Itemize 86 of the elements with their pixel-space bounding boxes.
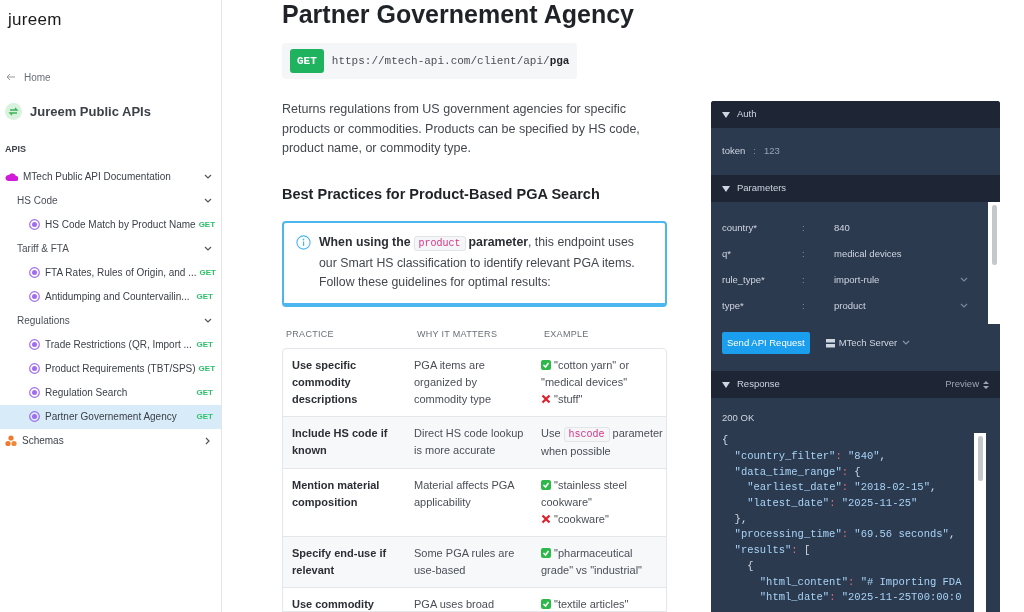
target-icon: [29, 411, 40, 422]
separator-text: :: [802, 246, 806, 261]
json-response-text: { "country_filter": "840", "data_time_range": { "earliest_date": "2018-02-15", "latest_date": "2025-11-25" }, "processing_time": "69.56 seconds", "results": [ { "html_content": "# Importing FDA "html_date": "2025-11-25T00:00:0: [722, 433, 963, 606]
check-icon: [541, 548, 551, 559]
example-text: Use hscode parameter when possible: [541, 426, 664, 460]
table-cell-text: PGA uses broad: [414, 597, 496, 612]
example-text: "cotton yarn" or "medical devices": [541, 358, 631, 391]
separator-text: :: [753, 144, 756, 159]
status-text: 200 OK: [722, 411, 756, 425]
target-icon: [29, 291, 40, 302]
check-icon: [541, 480, 551, 491]
table-cell-text: Use specific commodity descriptions: [291, 358, 359, 408]
sidebar-item[interactable]: HS Code: [0, 188, 221, 213]
table-cell-text: Some PGA rules are use-based: [414, 546, 516, 579]
scrollbar[interactable]: [974, 433, 986, 612]
separator-text: :: [802, 298, 806, 313]
endpoint-url: https://mtech-api.com/client/api/pga: [331, 53, 570, 69]
param-select[interactable]: product: [834, 298, 977, 314]
field-label: token: [722, 144, 746, 159]
table-cell-text: Specify end-use if relevant: [291, 546, 388, 579]
section-heading: Best Practices for Product-Based PGA Search: [282, 185, 601, 204]
scrollbar[interactable]: [988, 202, 1000, 324]
cross-icon: [541, 394, 551, 405]
example-text: "textile articles": [541, 596, 666, 612]
table-cell-text: Direct HS code lookup is more accurate: [414, 426, 525, 459]
target-icon: [29, 387, 40, 398]
example-text: "pharmaceutical grade" vs "industrial": [541, 546, 643, 579]
sidebar-item[interactable]: Regulations: [0, 308, 221, 333]
param-label: type*: [722, 298, 745, 313]
sidebar-item[interactable]: Trade Restrictions (QR, Import ... GET: [0, 332, 221, 357]
column-header: EXAMPLE: [544, 327, 590, 341]
server-icon: [825, 338, 835, 348]
cluster-icon: [5, 434, 17, 447]
column-header: WHY IT MATTERS: [417, 327, 499, 341]
section-header[interactable]: Auth: [711, 101, 1000, 128]
section-header[interactable]: Response Preview: [711, 371, 1000, 398]
param-label: country*: [722, 220, 758, 235]
check-icon: [541, 360, 551, 371]
sidebar-item[interactable]: Regulation Search GET: [0, 380, 221, 405]
param-input[interactable]: medical devices: [834, 246, 977, 262]
column-header: PRACTICE: [286, 327, 335, 341]
example-text: "stuff": [541, 391, 666, 409]
target-icon: [29, 219, 40, 230]
param-input[interactable]: 840: [834, 220, 977, 236]
sidebar-item[interactable]: Partner Governement Agency GET: [0, 404, 221, 429]
description-text: Returns regulations from US government agencies for specific products or commodities. Products can be specified by HS code, product name, or commodity type.: [282, 101, 641, 158]
brand-logo: jureem: [6, 9, 63, 31]
target-icon: [29, 267, 40, 278]
section-label: APIS: [5, 143, 27, 156]
param-select[interactable]: import-rule: [834, 272, 977, 288]
sidebar-item[interactable]: Tariff & FTA: [0, 236, 221, 261]
sidebar-item[interactable]: FTA Rates, Rules of Origin, and ... GET: [0, 260, 221, 285]
example-text: "stainless steel cookware": [541, 478, 628, 511]
project-title: Jureem Public APIs: [30, 102, 151, 121]
page-title: Partner Governement Agency: [282, 0, 635, 29]
sidebar-item[interactable]: HS Code Match by Product Name GET: [0, 212, 221, 237]
section-header[interactable]: Parameters: [711, 175, 1000, 202]
separator-text: :: [802, 272, 806, 287]
table-cell-text: PGA items are organized by commodity type: [414, 358, 493, 408]
back-arrow-icon: [6, 72, 16, 82]
table-cell-text: Include HS code if known: [291, 426, 389, 459]
target-icon: [29, 339, 40, 350]
sort-icon: [983, 380, 989, 389]
cloud-icon: [5, 170, 18, 183]
example-text: "cookware": [541, 511, 666, 529]
sidebar-item[interactable]: Product Requirements (TBT/SPS) GET: [0, 356, 221, 381]
info-icon: [296, 235, 311, 251]
table-cell-text: Use commodity: [291, 597, 375, 612]
table-cell-text: Mention material composition: [291, 478, 381, 511]
check-icon: [541, 599, 551, 610]
sidebar-item[interactable]: Schemas: [0, 428, 221, 453]
cross-icon: [541, 514, 551, 525]
separator-text: :: [802, 220, 806, 235]
home-link[interactable]: Home: [0, 69, 221, 85]
target-icon: [29, 363, 40, 374]
sidebar-item[interactable]: Antidumping and Countervailin... GET: [0, 284, 221, 309]
method-badge: GET: [290, 48, 324, 74]
sidebar-item[interactable]: MTech Public API Documentation: [0, 164, 221, 189]
callout-text: When using the product parameter, this endpoint uses our Smart HS classification to identify relevant PGA items. Follow these guidelines for optimal results:: [319, 234, 636, 292]
swap-arrows-icon: [5, 102, 22, 120]
param-label: q*: [722, 246, 732, 261]
preview-select[interactable]: Preview: [945, 377, 989, 392]
table-cell-text: Material affects PGA applicability: [414, 478, 516, 511]
param-label: rule_type*: [722, 272, 766, 287]
server-select[interactable]: MTech Server: [825, 335, 912, 351]
token-value[interactable]: 123: [763, 144, 780, 159]
